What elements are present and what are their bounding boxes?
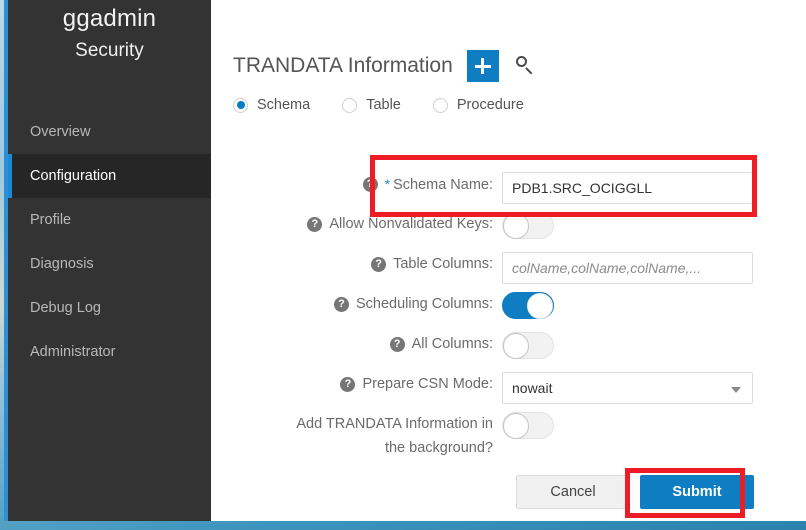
chevron-down-icon [731,387,741,393]
field-row-background: Add TRANDATA Information in the backgrou… [211,412,806,460]
field-row-scheduling-columns: ? Scheduling Columns: [211,292,806,319]
help-circle-icon-scheduling-columns[interactable]: ? [333,297,349,312]
sidebar-brand: ggadmin Security [8,0,211,66]
help-circle-icon-all-columns[interactable]: ? [389,337,405,352]
sidebar-nav: Overview Configuration Profile Diagnosis… [8,110,211,374]
required-marker: * [384,176,391,192]
sidebar-item-administrator[interactable]: Administrator [8,330,211,374]
brand-name: ggadmin [62,5,157,32]
field-row-prepare-csn-mode: ? Prepare CSN Mode: nowait [211,372,806,404]
help-circle-icon-table-columns[interactable]: ? [371,257,387,272]
app-window: ggadmin Security Overview Configuration … [4,0,806,521]
label-prepare-csn-mode: Prepare CSN Mode: [362,376,493,392]
label-background: Add TRANDATA Information in the backgrou… [296,416,493,456]
sidebar-item-diagnosis[interactable]: Diagnosis [8,242,211,286]
field-row-allow-nonvalidated-keys: ? Allow Nonvalidated Keys: [211,212,806,239]
table-columns-input[interactable] [502,252,753,284]
label-schema-name-text: Schema Name: [393,177,493,193]
form-actions: Cancel Submit [211,475,806,509]
sidebar-item-profile[interactable]: Profile [8,198,211,242]
field-row-schema-name: ? * Schema Name: [211,172,806,204]
help-circle-icon-prepare-csn-mode[interactable]: ? [340,377,356,392]
prepare-csn-mode-select[interactable]: nowait [502,372,753,404]
label-all-columns: All Columns: [411,336,493,352]
sidebar-item-configuration[interactable]: Configuration [8,154,211,198]
trandata-form: ? *Schema Name: ? Allow Nonvalidated Key… [211,0,806,521]
sidebar: ggadmin Security Overview Configuration … [8,0,211,521]
sidebar-item-overview[interactable]: Overview [8,110,211,154]
label-scheduling-columns: Scheduling Columns: [355,296,493,312]
toggle-background[interactable] [502,412,554,439]
schema-name-input[interactable] [502,172,753,204]
label-table-columns: Table Columns: [393,256,493,272]
cancel-button[interactable]: Cancel [516,475,630,509]
sidebar-item-debug-log[interactable]: Debug Log [8,286,211,330]
label-allow-nonvalidated-keys: Allow Nonvalidated Keys: [329,216,493,232]
field-row-all-columns: ? All Columns: [211,332,806,359]
prepare-csn-mode-value: nowait [512,380,553,396]
desktop-background: ggadmin Security Overview Configuration … [0,0,806,530]
submit-button[interactable]: Submit [640,475,754,509]
toggle-all-columns[interactable] [502,332,554,359]
help-circle-icon-allow-nonvalidated-keys[interactable]: ? [307,217,323,232]
toggle-scheduling-columns[interactable] [502,292,554,319]
brand-subtitle: Security [75,40,144,61]
content-panel: TRANDATA Information Schema Table Proced… [211,0,806,521]
toggle-allow-nonvalidated-keys[interactable] [502,212,554,239]
help-circle-icon-schema-name[interactable]: ? [362,177,378,192]
label-schema-name: * Schema Name: [385,172,493,197]
field-row-table-columns: ? Table Columns: [211,252,806,284]
